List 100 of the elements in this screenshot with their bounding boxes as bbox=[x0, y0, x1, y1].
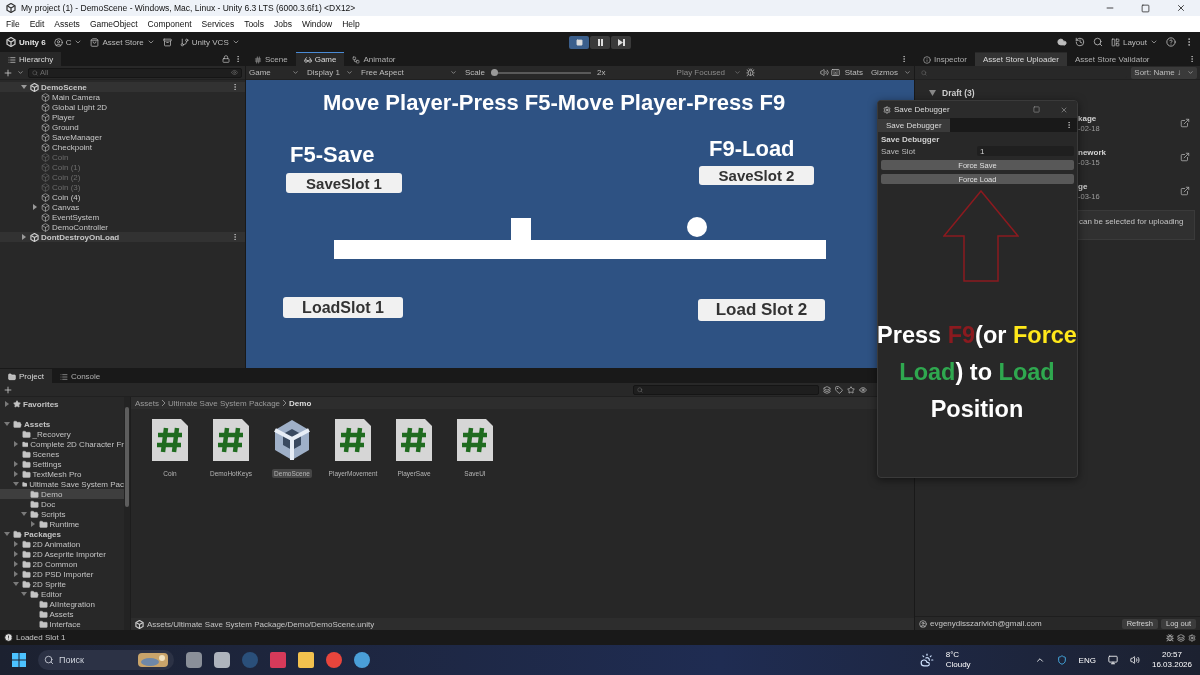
more-icon[interactable] bbox=[900, 55, 908, 63]
menu-item[interactable]: GameObject bbox=[89, 19, 138, 29]
folder-item[interactable]: Interface bbox=[0, 619, 124, 629]
menu-item[interactable]: Edit bbox=[29, 19, 45, 29]
scrollbar-thumb[interactable] bbox=[125, 407, 129, 507]
hierarchy-item[interactable]: Player bbox=[0, 112, 245, 122]
folder-item[interactable]: Assets bbox=[0, 419, 124, 429]
aspect-dropdown[interactable]: Free Aspect bbox=[358, 68, 460, 77]
label-icon[interactable] bbox=[835, 385, 843, 394]
menu-item[interactable]: Assets bbox=[54, 19, 80, 29]
caret-icon[interactable] bbox=[12, 551, 19, 557]
menu-item[interactable]: Help bbox=[342, 19, 360, 29]
slot-field[interactable]: 1 bbox=[977, 146, 1074, 156]
caret-icon[interactable] bbox=[21, 511, 27, 517]
stats-button[interactable]: Stats bbox=[841, 68, 866, 77]
folder-item[interactable]: Assets bbox=[0, 609, 124, 619]
search-icon[interactable] bbox=[1092, 37, 1103, 47]
gizmos-dropdown[interactable]: Gizmos bbox=[867, 68, 914, 77]
app-icon[interactable] bbox=[326, 652, 342, 668]
caret-icon[interactable] bbox=[12, 461, 19, 467]
more-icon[interactable] bbox=[234, 55, 242, 63]
audio-icon[interactable] bbox=[819, 68, 829, 77]
close-icon[interactable] bbox=[1176, 3, 1186, 13]
inspector-tab[interactable]: Asset Store Validator bbox=[1066, 52, 1158, 66]
app-icon[interactable] bbox=[354, 652, 370, 668]
speaker-icon[interactable] bbox=[1129, 655, 1140, 665]
monitor-icon[interactable] bbox=[1107, 655, 1118, 665]
inspector-tab[interactable]: Inspector bbox=[915, 52, 975, 66]
debug-icon[interactable] bbox=[1166, 633, 1174, 642]
folder-item[interactable]: Ultimate Save System Pac bbox=[0, 479, 124, 489]
folder-item[interactable]: Settings bbox=[0, 459, 124, 469]
panel-tab[interactable]: Console bbox=[51, 369, 109, 383]
view-tab[interactable]: Scene bbox=[246, 52, 296, 66]
slot-button[interactable]: Load Slot 2 bbox=[698, 299, 825, 321]
windows-logo-icon[interactable] bbox=[12, 653, 26, 667]
menu-item[interactable]: Window bbox=[301, 19, 333, 29]
folder-item[interactable]: 2D Aseprite Importer bbox=[0, 549, 124, 559]
folder-item[interactable]: 2D Animation bbox=[0, 539, 124, 549]
step-button[interactable] bbox=[611, 35, 631, 49]
caret-icon[interactable] bbox=[21, 234, 27, 240]
shield-icon[interactable] bbox=[1056, 655, 1067, 665]
language-indicator[interactable]: ENG bbox=[1078, 655, 1096, 665]
layout-dropdown[interactable]: Layout bbox=[1110, 37, 1158, 47]
display-dropdown[interactable]: Display 1 bbox=[304, 68, 356, 77]
layers-icon[interactable] bbox=[1177, 633, 1185, 642]
menu-item[interactable]: File bbox=[6, 19, 20, 29]
menu-item[interactable]: Jobs bbox=[274, 19, 292, 29]
slot-button[interactable]: SaveSlot 2 bbox=[699, 166, 814, 185]
caret-icon[interactable] bbox=[4, 401, 10, 407]
folder-item[interactable]: Scripts bbox=[0, 509, 124, 519]
view-tab[interactable]: Animator bbox=[344, 52, 404, 66]
folder-item[interactable]: AIIntegration bbox=[0, 599, 124, 609]
menu-item[interactable]: Component bbox=[147, 19, 192, 29]
settings-icon[interactable] bbox=[1188, 633, 1196, 642]
external-link-icon[interactable] bbox=[1180, 186, 1190, 196]
vcs-dropdown[interactable]: Unity VCS bbox=[179, 37, 240, 47]
hierarchy-item[interactable]: Coin (4) bbox=[0, 192, 245, 202]
breadcrumb-item[interactable]: Demo bbox=[289, 398, 312, 408]
hierarchy-item[interactable]: SaveManager bbox=[0, 132, 245, 142]
caret-icon[interactable] bbox=[21, 591, 27, 597]
cloud-icon[interactable] bbox=[1056, 37, 1067, 47]
more-icon[interactable] bbox=[1188, 55, 1196, 63]
archive-icon[interactable] bbox=[162, 37, 172, 47]
filter-icon[interactable] bbox=[823, 385, 831, 394]
account-button[interactable]: Unity 6 bbox=[6, 37, 46, 47]
stop-button[interactable] bbox=[569, 35, 589, 49]
folder-item[interactable]: Complete 2D Character Fr bbox=[0, 439, 124, 449]
slot-button[interactable]: LoadSlot 1 bbox=[283, 297, 403, 318]
chevron-up-icon[interactable] bbox=[1034, 655, 1045, 665]
hierarchy-item[interactable]: Ground bbox=[0, 122, 245, 132]
clock-date[interactable]: 16.03.2026 bbox=[1151, 660, 1192, 670]
menu-item[interactable]: Tools bbox=[244, 19, 264, 29]
more-icon[interactable] bbox=[1065, 121, 1073, 129]
caret-icon[interactable] bbox=[12, 581, 19, 587]
caret-icon[interactable] bbox=[12, 571, 19, 577]
scale-slider[interactable] bbox=[491, 68, 498, 76]
search-field[interactable] bbox=[633, 384, 819, 395]
keyboard-icon[interactable] bbox=[830, 68, 840, 77]
clock-time[interactable]: 20:57 bbox=[1161, 650, 1182, 660]
add-icon[interactable] bbox=[3, 384, 13, 395]
caret-icon[interactable] bbox=[12, 481, 19, 487]
view-dropdown[interactable]: Game bbox=[246, 68, 302, 77]
caret-icon[interactable] bbox=[32, 204, 38, 210]
view-tab[interactable]: Game bbox=[295, 52, 345, 66]
caret-icon[interactable] bbox=[29, 521, 36, 527]
menu-item[interactable]: Services bbox=[201, 19, 235, 29]
history-icon[interactable] bbox=[1074, 37, 1085, 47]
caret-icon[interactable] bbox=[12, 471, 19, 477]
pause-button[interactable] bbox=[590, 35, 610, 49]
app-icon[interactable] bbox=[214, 652, 230, 668]
caret-icon[interactable] bbox=[12, 441, 19, 447]
help-icon[interactable] bbox=[1166, 37, 1176, 47]
folder-item[interactable]: Doc bbox=[0, 499, 124, 509]
caret-icon[interactable] bbox=[4, 421, 10, 427]
app-icon[interactable] bbox=[186, 652, 202, 668]
taskbar-search[interactable]: Поиск bbox=[38, 650, 174, 670]
hierarchy-item[interactable]: DemoScene bbox=[0, 82, 245, 92]
external-link-icon[interactable] bbox=[1180, 118, 1190, 128]
more-icon[interactable] bbox=[231, 233, 239, 241]
hierarchy-item[interactable]: DontDestroyOnLoad bbox=[0, 232, 245, 242]
